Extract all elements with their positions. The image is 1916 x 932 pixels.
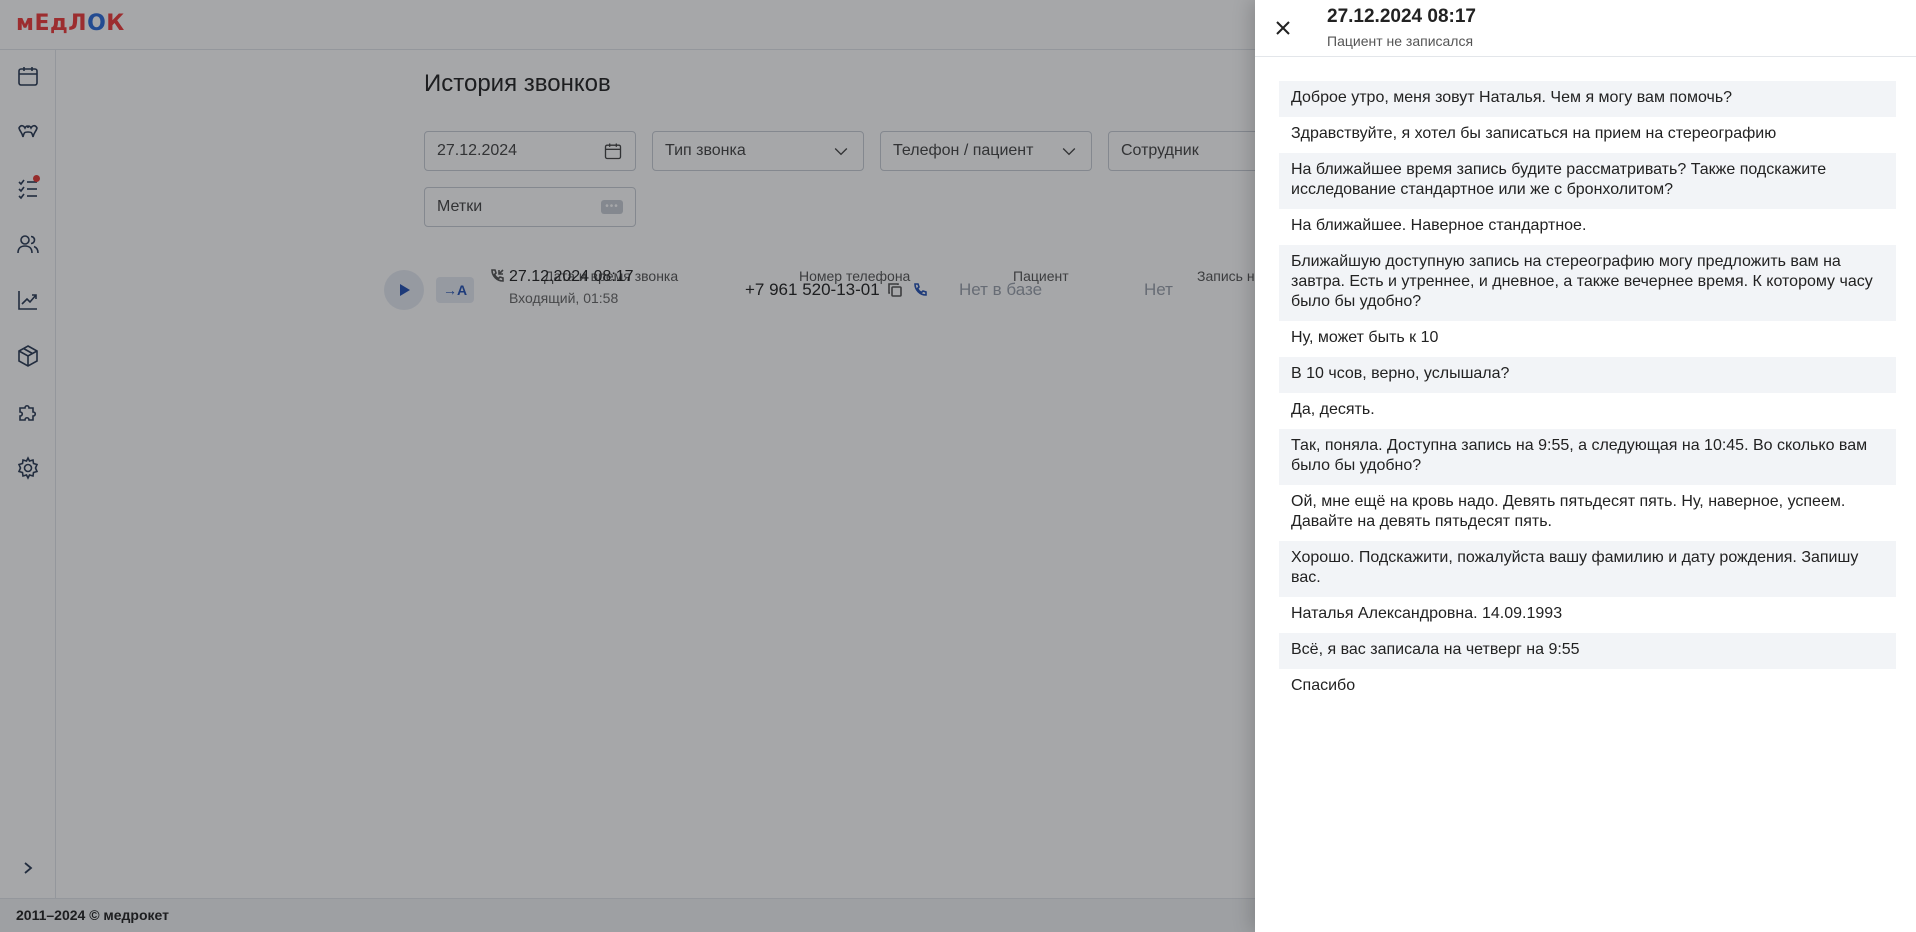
transcript-message: Ближайшую доступную запись на стереограф… (1279, 245, 1896, 321)
drawer-subtitle: Пациент не записался (1327, 33, 1474, 49)
transcript-drawer: 27.12.2024 08:17 Пациент не записался До… (1255, 0, 1916, 932)
transcript-message: На ближайшее время запись будите рассмат… (1279, 153, 1896, 209)
transcript-message: Всё, я вас записала на четверг на 9:55 (1279, 633, 1896, 669)
transcript-message: Хорошо. Подскажити, пожалуйста вашу фами… (1279, 541, 1896, 597)
close-icon (1276, 21, 1290, 35)
transcript-message: Ну, может быть к 10 (1291, 329, 1439, 346)
transcript-message: На ближайшее. Наверное стандартное. (1291, 217, 1587, 234)
transcript-message: Так, поняла. Доступна запись на 9:55, а … (1279, 429, 1896, 485)
close-button[interactable] (1271, 16, 1295, 40)
drawer-title: 27.12.2024 08:17 (1327, 6, 1476, 27)
transcript-list: Доброе утро, меня зовут Наталья. Чем я м… (1279, 81, 1896, 705)
transcript-message: Да, десять. (1291, 401, 1375, 418)
transcript-message: Ой, мне ещё на кровь надо. Девять пятьде… (1291, 493, 1846, 530)
transcript-message: Здравствуйте, я хотел бы записаться на п… (1291, 125, 1777, 142)
transcript-message: Спасибо (1291, 677, 1356, 694)
transcript-message: Наталья Александровна. 14.09.1993 (1291, 605, 1563, 622)
transcript-message: В 10 чсов, верно, услышала? (1279, 357, 1896, 393)
transcript-message: Доброе утро, меня зовут Наталья. Чем я м… (1279, 81, 1896, 117)
drawer-header: 27.12.2024 08:17 Пациент не записался (1255, 0, 1916, 57)
